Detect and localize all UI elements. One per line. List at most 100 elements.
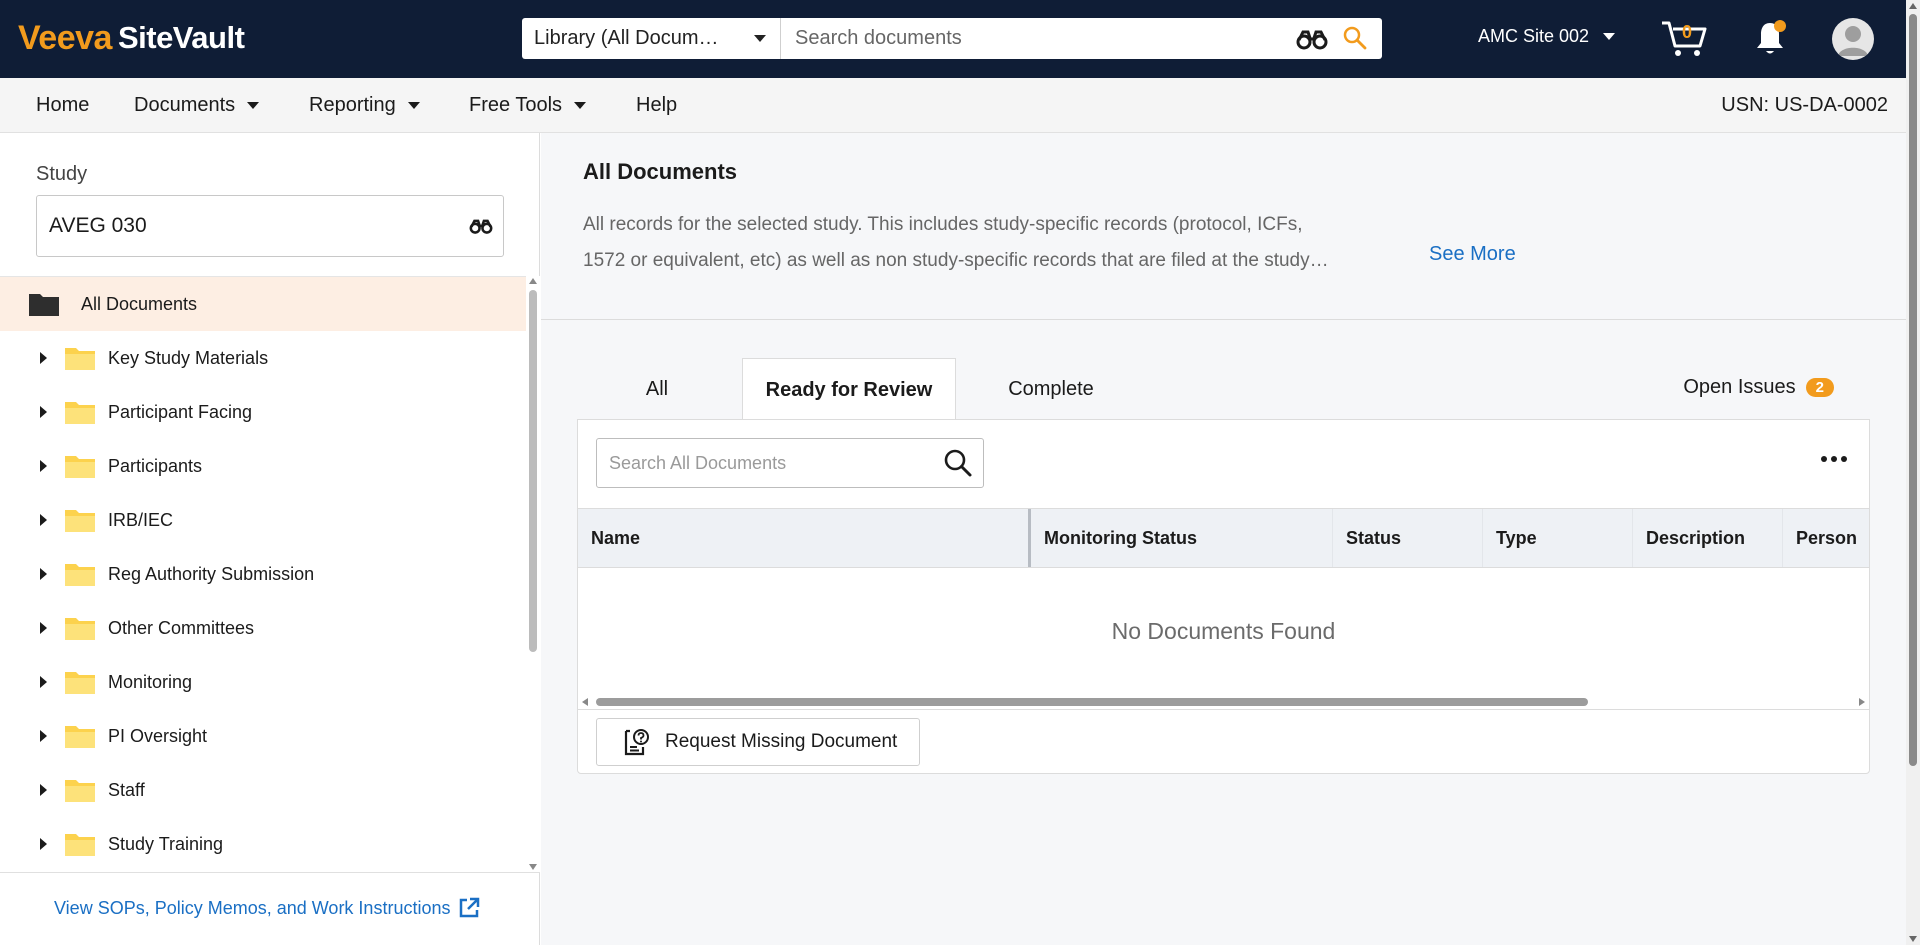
tree-item-label: Reg Authority Submission [108, 563, 315, 584]
tree-item-all-documents[interactable]: All Documents [0, 277, 526, 331]
tree-item-monitoring[interactable]: Monitoring [0, 655, 526, 709]
dot [1821, 456, 1827, 462]
tab-all-label: All [645, 377, 669, 400]
column-header-status[interactable]: Status [1333, 509, 1483, 567]
user-avatar[interactable] [1832, 18, 1874, 60]
study-sidebar: Study AVEG 030 All Documents Key Study M… [0, 133, 540, 945]
veeva-sitevault-logo[interactable]: Veeva SiteVault [18, 18, 245, 57]
more-options-icon[interactable] [1821, 456, 1847, 462]
page-header: All Documents All records for the select… [541, 133, 1906, 320]
description-line-2: 1572 or equivalent, etc) as well as non … [583, 250, 1329, 271]
page-scrollbar[interactable] [1906, 0, 1920, 945]
scroll-left-arrow-icon[interactable] [582, 698, 588, 706]
folder-icon [65, 834, 95, 856]
nav-documents-label: Documents [134, 94, 236, 116]
top-header: Veeva SiteVault Library (All Docum… AMC … [0, 0, 1920, 78]
tab-all[interactable]: All [577, 358, 737, 420]
expand-arrow-icon[interactable] [40, 514, 47, 526]
chevron-down-icon [574, 102, 587, 109]
column-header-description[interactable]: Description [1633, 509, 1783, 567]
scroll-up-arrow-icon[interactable] [1909, 3, 1917, 9]
nav-help-label: Help [636, 94, 678, 116]
folder-icon [65, 510, 95, 532]
tree-item-key-study-materials[interactable]: Key Study Materials [0, 331, 526, 385]
expand-arrow-icon[interactable] [40, 568, 47, 580]
search-icon[interactable] [1342, 25, 1368, 51]
expand-arrow-icon[interactable] [40, 784, 47, 796]
nav-reporting-label: Reporting [309, 94, 396, 116]
tree-item-staff[interactable]: Staff [0, 763, 526, 817]
expand-arrow-icon[interactable] [40, 730, 47, 742]
table-header: Name Monitoring Status Status Type Descr… [578, 508, 1869, 568]
brand-veeva: Veeva [18, 18, 112, 57]
document-search-box [596, 438, 984, 488]
folder-dark-icon [29, 294, 59, 316]
scroll-down-arrow-icon[interactable] [1909, 936, 1917, 942]
column-header-monitoring-status[interactable]: Monitoring Status [1031, 509, 1333, 567]
nav-home[interactable]: Home [36, 94, 89, 117]
nav-help[interactable]: Help [636, 94, 677, 117]
tree-item-participant-facing[interactable]: Participant Facing [0, 385, 526, 439]
main-content: All Documents All records for the select… [541, 133, 1906, 945]
notifications-bell-icon[interactable] [1754, 19, 1786, 57]
scroll-up-arrow-icon[interactable] [529, 278, 537, 284]
sop-link[interactable]: View SOPs, Policy Memos, and Work Instru… [54, 897, 480, 919]
main-nav: Home Documents Reporting Free Tools Help… [0, 78, 1906, 133]
empty-state-message: No Documents Found [1111, 617, 1336, 644]
binoculars-icon[interactable] [1296, 28, 1328, 50]
global-search-input[interactable] [781, 18, 1382, 59]
library-scope-value: Library (All Docum… [534, 27, 719, 49]
scrollbar-thumb[interactable] [596, 698, 1588, 706]
nav-free-tools-label: Free Tools [469, 94, 563, 116]
expand-arrow-icon[interactable] [40, 622, 47, 634]
expand-arrow-icon[interactable] [40, 406, 47, 418]
column-header-person[interactable]: Person [1783, 509, 1869, 567]
tree-item-study-training[interactable]: Study Training [0, 817, 526, 871]
nav-reporting[interactable]: Reporting [309, 94, 420, 117]
study-picker[interactable]: AVEG 030 [36, 195, 504, 257]
folder-tree-scrollbar[interactable] [526, 276, 540, 872]
folder-icon [65, 564, 95, 586]
request-missing-document-button[interactable]: Request Missing Document [596, 718, 920, 766]
binoculars-icon[interactable] [469, 218, 493, 234]
expand-arrow-icon[interactable] [40, 838, 47, 850]
tree-item-irb-iec[interactable]: IRB/IEC [0, 493, 526, 547]
document-tabs: All Ready for Review Complete Open Issue… [577, 358, 1870, 421]
tree-item-label: Staff [108, 779, 145, 800]
document-search-input[interactable] [597, 452, 943, 474]
tree-item-label: Participant Facing [108, 401, 253, 422]
expand-arrow-icon[interactable] [40, 676, 47, 688]
site-selector[interactable]: AMC Site 002 [1478, 26, 1616, 47]
tree-item-pi-oversight[interactable]: PI Oversight [0, 709, 526, 763]
tree-item-label: Key Study Materials [108, 347, 269, 368]
tree-item-other-committees[interactable]: Other Committees [0, 601, 526, 655]
folder-icon [65, 402, 95, 424]
scroll-right-arrow-icon[interactable] [1859, 698, 1865, 706]
tab-complete-label: Complete [1008, 377, 1094, 400]
scroll-down-arrow-icon[interactable] [529, 864, 537, 870]
tab-ready-for-review[interactable]: Ready for Review [742, 358, 956, 421]
divider [0, 872, 540, 873]
search-icon[interactable] [943, 448, 973, 478]
folder-icon [65, 726, 95, 748]
nav-documents[interactable]: Documents [134, 94, 260, 117]
column-header-name[interactable]: Name [578, 509, 1031, 567]
sop-link-label: View SOPs, Policy Memos, and Work Instru… [54, 897, 451, 918]
nav-home-label: Home [36, 94, 90, 116]
see-more-link[interactable]: See More [1429, 243, 1516, 266]
table-horizontal-scrollbar[interactable] [578, 694, 1869, 710]
tree-item-participants[interactable]: Participants [0, 439, 526, 493]
scrollbar-thumb[interactable] [1909, 14, 1917, 766]
column-header-type[interactable]: Type [1483, 509, 1633, 567]
nav-free-tools[interactable]: Free Tools [469, 94, 587, 117]
tree-item-reg-authority-submission[interactable]: Reg Authority Submission [0, 547, 526, 601]
scrollbar-thumb[interactable] [529, 290, 537, 652]
open-issues-link[interactable]: Open Issues 2 [1683, 376, 1834, 399]
expand-arrow-icon[interactable] [40, 460, 47, 472]
tree-item-label: Other Committees [108, 617, 255, 638]
expand-arrow-icon[interactable] [40, 352, 47, 364]
page-description: All records for the selected study. This… [583, 207, 1423, 279]
study-picker-value: AVEG 030 [49, 214, 147, 237]
tab-complete[interactable]: Complete [961, 358, 1141, 420]
library-scope-select[interactable]: Library (All Docum… [522, 18, 781, 59]
